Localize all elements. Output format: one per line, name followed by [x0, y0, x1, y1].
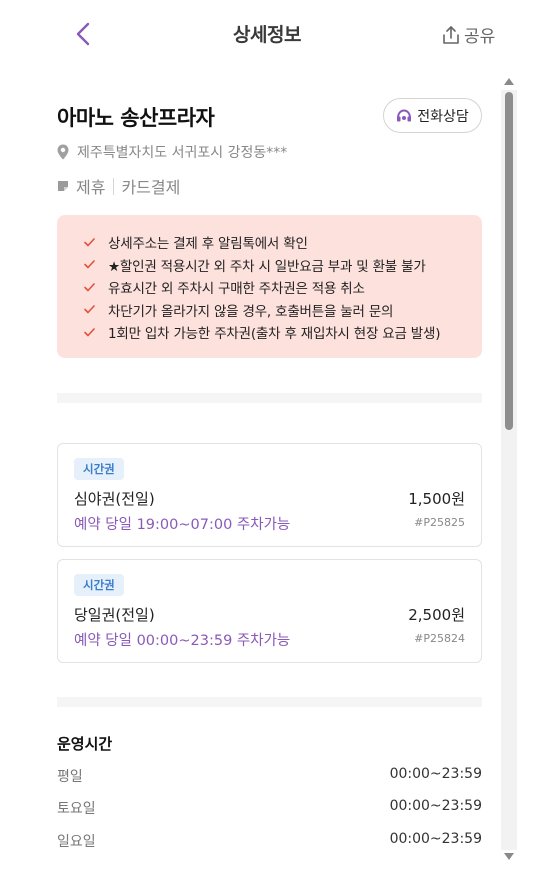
place-name: 아마노 송산프라자 [57, 106, 215, 130]
hours-day: 평일 [57, 769, 83, 785]
notice-text: ★할인권 적용시간 외 주차 시 일반요금 부과 및 환불 불가 [108, 258, 426, 275]
hours-row-weekday: 평일 00:00~23:59 [57, 766, 482, 786]
notice-text: 1회만 입차 가능한 주차권(출차 후 재입차시 현장 요금 발생) [108, 326, 441, 343]
notice-box: 상세주소는 결제 후 알림톡에서 확인 ★할인권 적용시간 외 주차 시 일반요… [57, 215, 482, 358]
address-text: 제주특별자치도 서귀포시 강정동*** [77, 145, 288, 161]
check-icon [84, 260, 95, 269]
notice-item: 상세주소는 결제 후 알림톡에서 확인 [84, 231, 482, 254]
check-icon [84, 327, 95, 337]
hours-time: 00:00~23:59 [389, 798, 482, 814]
headset-icon [397, 108, 412, 121]
section-divider [57, 697, 482, 707]
chevron-left-icon [76, 22, 90, 46]
operating-hours-title: 운영시간 [57, 735, 113, 753]
share-button[interactable]: 공유 [442, 22, 495, 47]
scrollbar-thumb[interactable] [505, 92, 513, 430]
ticket-name: 당일권(전일) [74, 606, 155, 624]
notice-text: 상세주소는 결제 후 알림톡에서 확인 [108, 236, 308, 253]
section-divider [57, 393, 482, 403]
detail-content: 아마노 송산프라자 전화상담 제주특별자치도 서귀포시 강정동*** 제휴 카드… [0, 68, 534, 891]
ticket-type-badge: 시간권 [74, 458, 124, 480]
ticket-code: #P25824 [414, 632, 465, 645]
notice-text: 차단기가 올라가지 않을 경우, 호출버튼을 눌러 문의 [108, 303, 394, 320]
ticket-name: 심야권(전일) [74, 490, 155, 508]
check-icon [84, 282, 95, 292]
check-icon [84, 237, 95, 247]
notice-item: ★할인권 적용시간 외 주차 시 일반요금 부과 및 환불 불가 [84, 254, 482, 277]
location-pin-icon [57, 144, 69, 160]
notice-item: 1회만 입차 가능한 주차권(출차 후 재입차시 현장 요금 발생) [84, 321, 482, 344]
share-icon [443, 25, 459, 44]
call-consult-button[interactable]: 전화상담 [383, 98, 482, 133]
hours-time: 00:00~23:59 [389, 766, 482, 782]
tag-divider [113, 177, 115, 195]
ticket-price: 1,500원 [408, 490, 465, 508]
scroll-up-arrow[interactable] [504, 78, 514, 85]
ticket-card-day[interactable]: 시간권 당일권(전일) 2,500원 예약 당일 00:00~23:59 주차가… [57, 559, 482, 663]
hours-row-saturday: 토요일 00:00~23:59 [57, 798, 482, 818]
check-icon [84, 305, 95, 314]
tag-icon [58, 181, 68, 191]
back-button[interactable] [70, 20, 96, 48]
share-label: 공유 [464, 27, 496, 47]
hours-day: 토요일 [57, 801, 96, 817]
address-row: 제주특별자치도 서귀포시 강정동*** [57, 142, 287, 162]
ticket-price: 2,500원 [408, 606, 465, 624]
top-bar: 상세정보 공유 [0, 0, 534, 68]
tag-row: 제휴 카드결제 [57, 174, 180, 198]
notice-text: 유효시간 외 주차시 구매한 주차권은 적용 취소 [108, 281, 365, 298]
hours-day: 일요일 [57, 834, 96, 850]
ticket-availability: 예약 당일 19:00~07:00 주차가능 [74, 517, 291, 533]
ticket-availability: 예약 당일 00:00~23:59 주차가능 [74, 633, 291, 649]
notice-item: 유효시간 외 주차시 구매한 주차권은 적용 취소 [84, 276, 482, 299]
ticket-card-night[interactable]: 시간권 심야권(전일) 1,500원 예약 당일 19:00~07:00 주차가… [57, 443, 482, 547]
ticket-code: #P25825 [414, 516, 465, 529]
scroll-down-arrow[interactable] [504, 853, 514, 860]
ticket-type-badge: 시간권 [74, 574, 124, 596]
hours-row-sunday: 일요일 00:00~23:59 [57, 831, 482, 851]
notice-item: 차단기가 올라가지 않을 경우, 호출버튼을 눌러 문의 [84, 299, 482, 322]
tag-affiliate: 제휴 [76, 178, 106, 197]
hours-time: 00:00~23:59 [389, 831, 482, 847]
call-consult-label: 전화상담 [417, 108, 469, 125]
vertical-scrollbar[interactable] [501, 78, 517, 860]
tag-card-payment: 카드결제 [121, 178, 181, 197]
